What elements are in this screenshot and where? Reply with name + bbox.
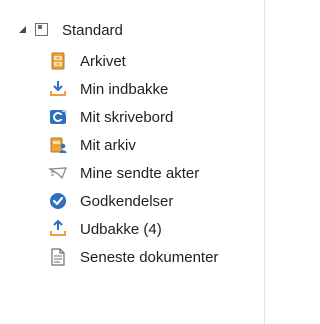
personal-archive-icon bbox=[50, 137, 67, 153]
tree-item-label: Mit skrivebord bbox=[80, 109, 174, 126]
tree-item-udbakke[interactable]: Udbakke (4) bbox=[0, 216, 264, 244]
tree-item-label: Udbakke (4) bbox=[80, 221, 162, 238]
tree-item-min-indbakke[interactable]: Min indbakke bbox=[0, 76, 264, 104]
tree-node-standard[interactable]: Standard bbox=[0, 17, 264, 45]
folder-square-icon bbox=[35, 23, 48, 36]
tree-item-label: Mine sendte akter bbox=[80, 165, 200, 182]
outbox-upload-icon bbox=[50, 219, 66, 236]
tree-item-godkendelser[interactable]: Godkendelser bbox=[0, 188, 264, 216]
inbox-download-icon bbox=[50, 81, 66, 96]
sent-envelope-icon bbox=[48, 167, 67, 180]
recent-document-icon bbox=[51, 248, 65, 266]
tree-item-mit-arkiv[interactable]: Mit arkiv bbox=[0, 132, 264, 160]
tree-item-mit-skrivebord[interactable]: Mit skrivebord bbox=[0, 104, 264, 132]
tree-item-label: Min indbakke bbox=[80, 81, 169, 98]
tree-node-label: Standard bbox=[62, 22, 123, 39]
expand-collapse-icon[interactable] bbox=[19, 26, 26, 33]
tree-item-mine-sendte-akter[interactable]: Mine sendte akter bbox=[0, 160, 264, 188]
archive-cabinet-icon bbox=[51, 52, 65, 70]
tree-item-label: Seneste dokumenter bbox=[80, 249, 219, 266]
navigation-tree: Standard Arkivet Min indbakke Mit skrive… bbox=[0, 0, 265, 324]
desk-icon bbox=[50, 110, 67, 124]
approval-check-icon bbox=[50, 193, 66, 209]
tree-item-label: Arkivet bbox=[80, 53, 126, 70]
tree-item-arkivet[interactable]: Arkivet bbox=[0, 48, 264, 76]
tree-item-label: Godkendelser bbox=[80, 193, 174, 210]
tree-item-label: Mit arkiv bbox=[80, 137, 136, 154]
tree-item-seneste-dokumenter[interactable]: Seneste dokumenter bbox=[0, 244, 264, 272]
